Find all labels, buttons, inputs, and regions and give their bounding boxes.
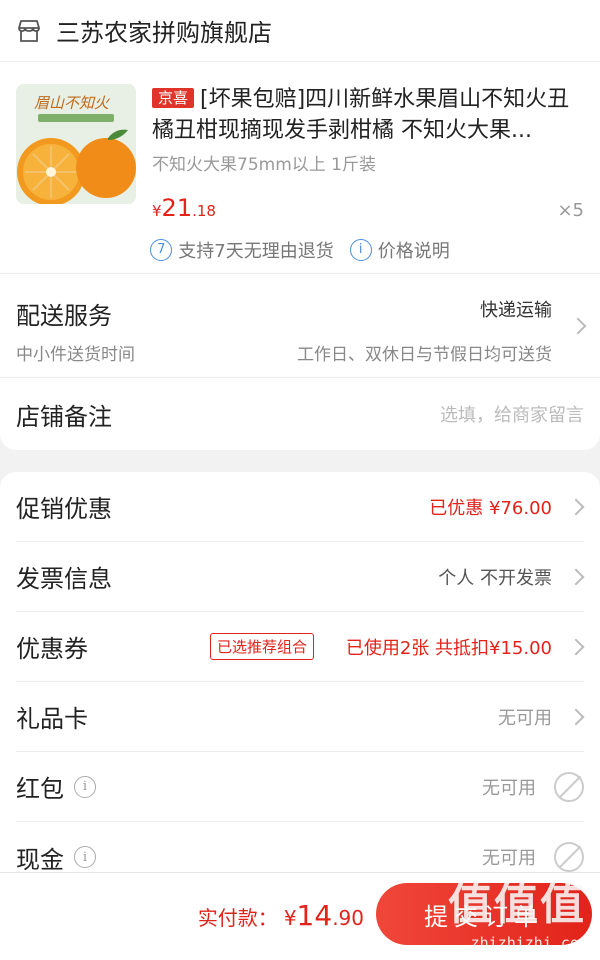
delivery-label: 配送服务 [16,302,112,330]
coupon-value: 已使用2张 共抵扣¥15.00 [345,637,552,659]
invoice-value: 个人 不开发票 [438,567,552,589]
price-explanation[interactable]: i 价格说明 [349,237,450,263]
chevron-right-icon [567,568,585,585]
product-quantity: ×5 [557,200,584,221]
amount-label: 实付款： [197,906,278,930]
return-policy[interactable]: 7 支持7天无理由退货 [150,237,334,263]
store-header[interactable]: 三苏农家拼购旗舰店 [0,0,600,62]
amount-payable: 实付款： ¥14.90 [197,899,364,932]
red-packet-value: 无可用 [482,777,536,799]
promotion-label: 促销优惠 [16,495,112,523]
chevron-right-icon [567,638,585,655]
product-image-caption: 眉山不知火 [34,94,110,112]
product-info: 京喜 [坏果包赔]四川新鲜水果眉山不知火丑橘丑柑现摘现发手剥柑橘 不知火大果...… [152,84,584,238]
price-explanation-label: 价格说明 [377,240,450,262]
gift-card-value: 无可用 [498,707,552,729]
store-name: 三苏农家拼购旗舰店 [56,19,272,47]
remark-input[interactable]: 选填，给商家留言 [440,401,584,427]
delivery-schedule: 工作日、双休日与节假日均可送货 [297,345,552,365]
delivery-service-row[interactable]: 配送服务 中小件送货时间 快递运输 工作日、双休日与节假日均可送货 [0,274,600,378]
gift-card-label: 礼品卡 [16,705,88,733]
seven-day-icon: 7 [150,238,173,261]
delivery-method: 快递运输 [480,300,552,321]
chevron-right-icon [567,708,585,725]
coupon-row[interactable]: 优惠券 已选推荐组合 已使用2张 共抵扣¥15.00 [16,612,585,682]
product-item[interactable]: 眉山不知火 京喜 [坏果包赔]四川新鲜水果眉山不知火丑橘丑柑现摘现发手剥柑橘 不知… [0,62,600,238]
cash-value: 无可用 [482,848,536,869]
promotion-value: 已优惠 ¥76.00 [429,497,552,519]
chevron-right-icon [567,498,585,515]
info-icon[interactable]: i [74,775,96,798]
info-icon: i [349,238,372,261]
recommended-combo-badge: 已选推荐组合 [209,633,314,660]
cash-label: 现金 [16,845,64,874]
remark-label: 店铺备注 [16,402,112,431]
red-packet-label: 红包 [16,775,64,803]
submit-order-button[interactable]: 提交订单 [376,883,592,945]
checkout-bar: 实付款： ¥14.90 提交订单 值值值 zhizhizhi.com [0,872,600,960]
invoice-row[interactable]: 发票信息 个人 不开发票 [16,542,585,612]
product-title-text: [坏果包赔]四川新鲜水果眉山不知火丑橘丑柑现摘现发手剥柑橘 不知火大果... [152,87,570,143]
unavailable-icon [554,842,584,872]
invoice-label: 发票信息 [16,565,112,593]
red-packet-row[interactable]: 红包 i 无可用 [16,752,584,822]
gift-card-row[interactable]: 礼品卡 无可用 [16,682,585,752]
order-card: 三苏农家拼购旗舰店 眉山不知火 京喜 [坏果包赔]四川新鲜水果眉山不知火丑橘丑柑现… [0,0,600,450]
info-icon[interactable]: i [74,846,96,868]
coupon-label: 优惠券 [16,635,88,663]
product-image[interactable]: 眉山不知火 [16,84,136,204]
product-price: ¥21.18 [152,194,216,222]
chevron-right-icon [569,317,587,334]
product-title[interactable]: 京喜 [坏果包赔]四川新鲜水果眉山不知火丑橘丑柑现摘现发手剥柑橘 不知火大果... [152,84,584,146]
unavailable-icon [554,771,584,802]
store-remark-row[interactable]: 店铺备注 选填，给商家留言 [0,378,600,450]
payment-options-card: 促销优惠 已优惠 ¥76.00 发票信息 个人 不开发票 优惠券 已选推荐组合 … [0,472,600,892]
store-icon [16,18,42,44]
product-spec: 不知火大果75mm以上 1斤装 [152,155,376,175]
promotion-row[interactable]: 促销优惠 已优惠 ¥76.00 [16,472,585,542]
delivery-sub: 中小件送货时间 [16,345,135,365]
jingxi-tag: 京喜 [152,88,195,108]
return-policy-label: 支持7天无理由退货 [178,240,334,262]
